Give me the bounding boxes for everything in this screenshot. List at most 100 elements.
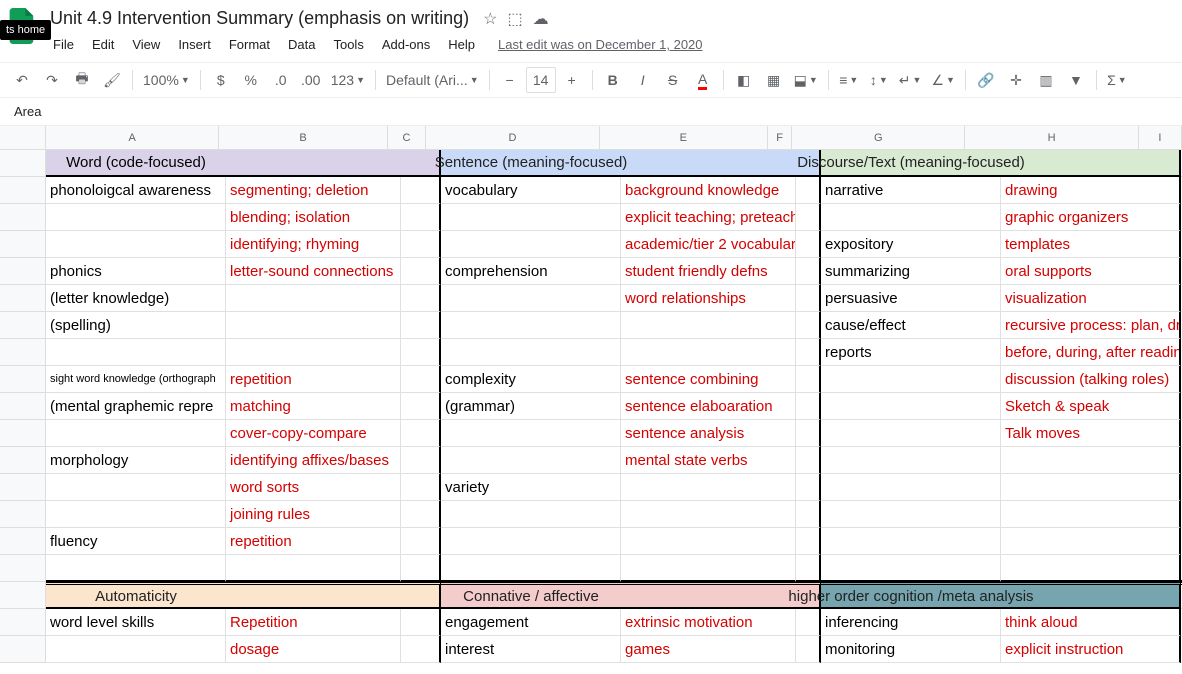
- col-header-G[interactable]: G: [792, 126, 965, 150]
- cell[interactable]: Talk moves: [1001, 420, 1181, 447]
- cell[interactable]: dosage: [226, 636, 401, 663]
- cell[interactable]: [401, 609, 441, 636]
- cell[interactable]: [796, 447, 821, 474]
- menu-view[interactable]: View: [125, 33, 167, 56]
- cell[interactable]: Discourse/Text (meaning-focused): [821, 150, 1001, 177]
- cell[interactable]: [1001, 528, 1181, 555]
- font-size-decrease[interactable]: −: [496, 67, 524, 93]
- cell[interactable]: [401, 555, 441, 582]
- menu-format[interactable]: Format: [222, 33, 277, 56]
- cell[interactable]: [441, 555, 621, 582]
- cell[interactable]: [796, 339, 821, 366]
- row-header[interactable]: [0, 177, 46, 204]
- cell[interactable]: letter-sound connections: [226, 258, 401, 285]
- cell[interactable]: [401, 501, 441, 528]
- cell[interactable]: [46, 636, 226, 663]
- paint-format-button[interactable]: 🖌: [98, 67, 126, 93]
- cell[interactable]: vocabulary: [441, 177, 621, 204]
- font-size-increase[interactable]: +: [558, 67, 586, 93]
- cell[interactable]: drawing: [1001, 177, 1181, 204]
- menu-insert[interactable]: Insert: [171, 33, 218, 56]
- cell[interactable]: monitoring: [821, 636, 1001, 663]
- undo-button[interactable]: ↶: [8, 67, 36, 93]
- cell[interactable]: [46, 339, 226, 366]
- cell[interactable]: Automaticity: [46, 582, 226, 609]
- menu-file[interactable]: File: [46, 33, 81, 56]
- cell[interactable]: expository: [821, 231, 1001, 258]
- cell[interactable]: (grammar): [441, 393, 621, 420]
- cell[interactable]: [621, 555, 796, 582]
- row-header[interactable]: [0, 285, 46, 312]
- cell[interactable]: joining rules: [226, 501, 401, 528]
- cell[interactable]: [796, 474, 821, 501]
- cell[interactable]: identifying; rhyming: [226, 231, 401, 258]
- cell[interactable]: comprehension: [441, 258, 621, 285]
- cell[interactable]: [46, 474, 226, 501]
- cell[interactable]: cover-copy-compare: [226, 420, 401, 447]
- font-select[interactable]: Default (Ari...▼: [382, 67, 483, 93]
- cell[interactable]: repetition: [226, 528, 401, 555]
- cell[interactable]: [46, 231, 226, 258]
- cell[interactable]: cause/effect: [821, 312, 1001, 339]
- cell[interactable]: matching: [226, 393, 401, 420]
- cell[interactable]: explicit teaching; preteaching: [621, 204, 796, 231]
- cell[interactable]: [1001, 555, 1181, 582]
- menu-data[interactable]: Data: [281, 33, 322, 56]
- functions-button[interactable]: Σ▼: [1103, 67, 1131, 93]
- borders-button[interactable]: ▦: [760, 67, 788, 93]
- cell[interactable]: [796, 177, 821, 204]
- cell[interactable]: [441, 231, 621, 258]
- zoom-select[interactable]: 100%▼: [139, 67, 194, 93]
- document-title[interactable]: Unit 4.9 Intervention Summary (emphasis …: [46, 6, 473, 31]
- cell[interactable]: [401, 528, 441, 555]
- rotate-button[interactable]: ∠▼: [927, 67, 958, 93]
- cell[interactable]: [401, 177, 441, 204]
- cell[interactable]: sentence analysis: [621, 420, 796, 447]
- cell[interactable]: variety: [441, 474, 621, 501]
- cell[interactable]: graphic organizers: [1001, 204, 1181, 231]
- cell[interactable]: persuasive: [821, 285, 1001, 312]
- col-header-B[interactable]: B: [219, 126, 387, 150]
- cell[interactable]: sentence elaboaration: [621, 393, 796, 420]
- increase-decimal-button[interactable]: .00: [297, 67, 325, 93]
- cell[interactable]: [821, 528, 1001, 555]
- col-header-F[interactable]: F: [768, 126, 792, 150]
- menu-edit[interactable]: Edit: [85, 33, 121, 56]
- format-number-button[interactable]: 123▼: [327, 67, 369, 93]
- cell[interactable]: [621, 339, 796, 366]
- cell[interactable]: [796, 258, 821, 285]
- cell[interactable]: [796, 285, 821, 312]
- cell[interactable]: [1001, 501, 1181, 528]
- cell[interactable]: [621, 501, 796, 528]
- cell[interactable]: blending; isolation: [226, 204, 401, 231]
- cell[interactable]: [401, 474, 441, 501]
- cell[interactable]: templates: [1001, 231, 1181, 258]
- link-button[interactable]: 🔗: [972, 67, 1000, 93]
- cell[interactable]: (letter knowledge): [46, 285, 226, 312]
- text-color-button[interactable]: A: [689, 67, 717, 93]
- cell[interactable]: [796, 204, 821, 231]
- cell[interactable]: summarizing: [821, 258, 1001, 285]
- cell[interactable]: [821, 501, 1001, 528]
- row-header[interactable]: [0, 258, 46, 285]
- cell[interactable]: explicit instruction: [1001, 636, 1181, 663]
- spreadsheet-grid[interactable]: A B C D E F G H I Word (code-focused)Sen…: [0, 126, 1182, 674]
- cell[interactable]: [796, 312, 821, 339]
- cell[interactable]: [401, 339, 441, 366]
- row-header[interactable]: [0, 204, 46, 231]
- row-header[interactable]: [0, 366, 46, 393]
- move-icon[interactable]: ⬚: [508, 9, 523, 29]
- cell[interactable]: [441, 339, 621, 366]
- cell[interactable]: mental state verbs: [621, 447, 796, 474]
- cell[interactable]: extrinsic motivation: [621, 609, 796, 636]
- row-header[interactable]: [0, 150, 46, 177]
- row-header[interactable]: [0, 420, 46, 447]
- cell[interactable]: [401, 366, 441, 393]
- cell[interactable]: [621, 474, 796, 501]
- cell[interactable]: [441, 420, 621, 447]
- cell[interactable]: games: [621, 636, 796, 663]
- row-header[interactable]: [0, 636, 46, 663]
- cell[interactable]: sentence combining: [621, 366, 796, 393]
- cell[interactable]: phonics: [46, 258, 226, 285]
- redo-button[interactable]: ↷: [38, 67, 66, 93]
